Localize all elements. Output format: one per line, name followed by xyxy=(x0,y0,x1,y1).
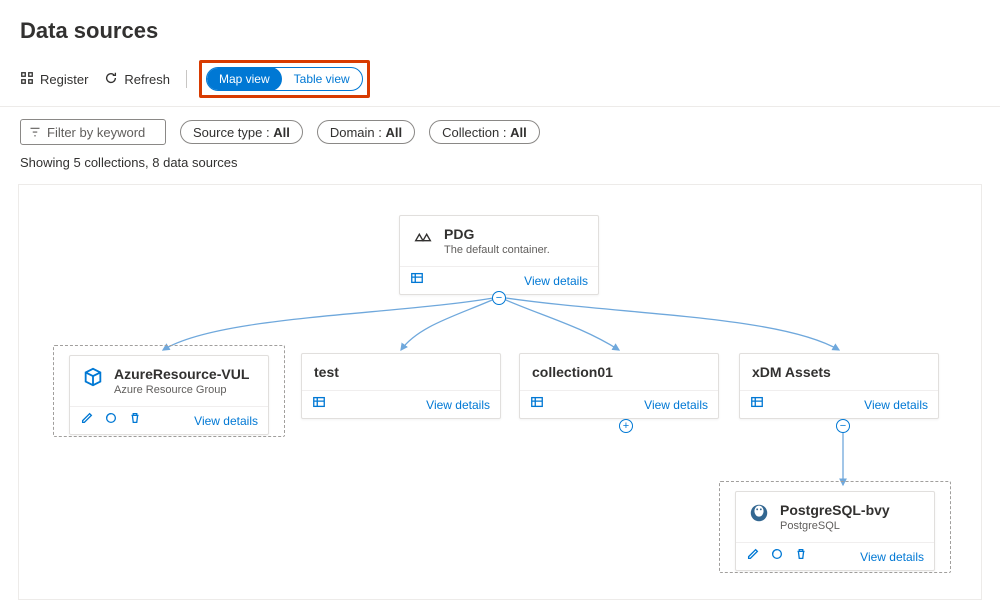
node-title: test xyxy=(314,364,339,380)
node-resource[interactable]: AzureResource-VUL Azure Resource Group V… xyxy=(69,355,269,435)
domain-filter[interactable]: Domain : All xyxy=(317,120,415,144)
scan-icon[interactable] xyxy=(770,547,784,566)
data-grid-icon[interactable] xyxy=(750,395,764,414)
postgresql-icon xyxy=(748,502,770,529)
view-details-link[interactable]: View details xyxy=(644,398,708,412)
container-icon xyxy=(412,226,434,253)
toolbar: Register Refresh Map view Table view xyxy=(0,58,1000,107)
filter-icon xyxy=(29,126,41,138)
keyword-placeholder: Filter by keyword xyxy=(47,125,145,140)
filter-value: All xyxy=(510,125,527,140)
data-grid-icon[interactable] xyxy=(410,271,424,290)
view-details-link[interactable]: View details xyxy=(426,398,490,412)
node-title: AzureResource-VUL xyxy=(114,366,249,382)
node-test[interactable]: test View details xyxy=(301,353,501,419)
table-view-toggle[interactable]: Table view xyxy=(282,67,362,91)
refresh-label: Refresh xyxy=(124,72,170,87)
register-button[interactable]: Register xyxy=(20,71,88,88)
data-grid-icon[interactable] xyxy=(530,395,544,414)
map-view-toggle[interactable]: Map view xyxy=(207,67,282,91)
node-subtitle: The default container. xyxy=(444,244,550,256)
toolbar-divider xyxy=(186,70,187,88)
view-details-link[interactable]: View details xyxy=(860,550,924,564)
node-collection01[interactable]: collection01 View details xyxy=(519,353,719,419)
node-title: xDM Assets xyxy=(752,364,831,380)
page-title: Data sources xyxy=(20,18,1000,44)
node-subtitle: PostgreSQL xyxy=(780,520,890,532)
grid-icon xyxy=(20,71,34,88)
refresh-icon xyxy=(104,71,118,88)
delete-icon[interactable] xyxy=(794,547,808,566)
filter-bar: Filter by keyword Source type : All Doma… xyxy=(0,107,1000,153)
filter-label: Domain : xyxy=(330,125,382,140)
view-details-link[interactable]: View details xyxy=(194,414,258,428)
node-xdm-assets[interactable]: xDM Assets View details xyxy=(739,353,939,419)
collapse-toggle[interactable]: − xyxy=(492,291,506,305)
filter-value: All xyxy=(273,125,290,140)
data-grid-icon[interactable] xyxy=(312,395,326,414)
keyword-filter-input[interactable]: Filter by keyword xyxy=(20,119,166,145)
map-canvas[interactable]: PDG The default container. View details … xyxy=(18,184,982,600)
result-summary: Showing 5 collections, 8 data sources xyxy=(0,153,1000,178)
view-toggle-highlight: Map view Table view xyxy=(199,60,370,98)
resource-group-icon xyxy=(82,366,104,393)
filter-label: Source type : xyxy=(193,125,270,140)
expand-toggle[interactable]: + xyxy=(619,419,633,433)
edit-icon[interactable] xyxy=(746,547,760,566)
delete-icon[interactable] xyxy=(128,411,142,430)
register-label: Register xyxy=(40,72,88,87)
node-root[interactable]: PDG The default container. View details xyxy=(399,215,599,295)
node-subtitle: Azure Resource Group xyxy=(114,384,249,396)
collapse-toggle[interactable]: − xyxy=(836,419,850,433)
node-title: PDG xyxy=(444,226,550,242)
edit-icon[interactable] xyxy=(80,411,94,430)
view-details-link[interactable]: View details xyxy=(524,274,588,288)
node-title: collection01 xyxy=(532,364,613,380)
scan-icon[interactable] xyxy=(104,411,118,430)
filter-value: All xyxy=(386,125,403,140)
view-toggle: Map view Table view xyxy=(206,67,363,91)
node-title: PostgreSQL-bvy xyxy=(780,502,890,518)
source-type-filter[interactable]: Source type : All xyxy=(180,120,303,144)
view-details-link[interactable]: View details xyxy=(864,398,928,412)
filter-label: Collection : xyxy=(442,125,506,140)
node-postgresql[interactable]: PostgreSQL-bvy PostgreSQL View details xyxy=(735,491,935,571)
refresh-button[interactable]: Refresh xyxy=(104,71,170,88)
collection-filter[interactable]: Collection : All xyxy=(429,120,540,144)
